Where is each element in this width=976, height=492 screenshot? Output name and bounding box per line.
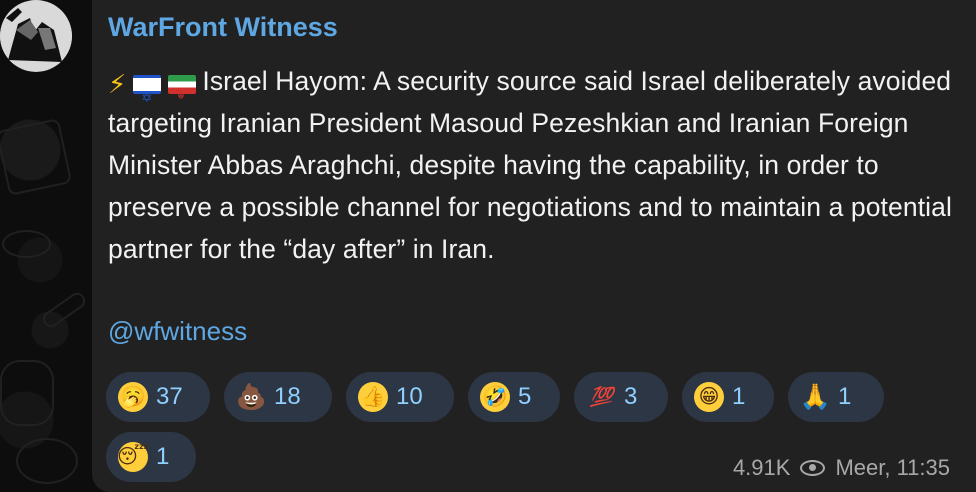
- doghouse-doodle-icon: [0, 118, 73, 196]
- reaction-poo[interactable]: 💩 18: [224, 372, 332, 422]
- message-text-block: ⚡ Israel Hayom: A security source said I…: [108, 60, 954, 270]
- reaction-count: 1: [156, 443, 170, 470]
- hundred-points-icon: 💯: [589, 386, 614, 408]
- soldiers-avatar-icon: [0, 0, 72, 72]
- israel-flag-icon: [133, 74, 162, 119]
- reaction-count: 10: [396, 383, 423, 410]
- grinning-face-icon: 😁: [694, 382, 724, 412]
- view-count: 4.91K: [732, 455, 791, 480]
- iran-flag-icon: [168, 74, 197, 118]
- reaction-thumbs-up[interactable]: 👍 10: [346, 372, 454, 422]
- message-bubble[interactable]: WarFront Witness ⚡ Israel Hayom: A secur…: [92, 0, 976, 492]
- reaction-count: 1: [838, 383, 852, 410]
- pile-of-poo-icon: 💩: [235, 382, 267, 411]
- channel-name[interactable]: WarFront Witness: [108, 12, 338, 43]
- reaction-rolling-laughing[interactable]: 🤣 5: [468, 372, 560, 422]
- lead-icons: ⚡: [108, 69, 197, 119]
- channel-avatar[interactable]: [0, 0, 72, 72]
- reaction-count: 18: [274, 383, 301, 410]
- message-time: Meer, 11:35: [835, 455, 950, 480]
- rolling-laughing-icon: 🤣: [480, 382, 510, 412]
- eye-icon: [800, 460, 826, 476]
- sticker-doodle-icon: [0, 360, 54, 426]
- sleeping-face-icon: 😴: [117, 442, 149, 472]
- channel-handle-link[interactable]: @wfwitness: [108, 316, 247, 347]
- reaction-grinning[interactable]: 😁 1: [682, 372, 774, 422]
- reaction-count: 3: [624, 383, 638, 410]
- thumbs-up-icon: 👍: [358, 382, 388, 412]
- bone-doodle-icon: [39, 289, 89, 331]
- praying-hands-icon: 🙏: [799, 382, 831, 411]
- message-text: Israel Hayom: A security source said Isr…: [108, 66, 952, 264]
- reaction-count: 5: [518, 383, 532, 410]
- reaction-sleeping[interactable]: 😴 1: [106, 432, 196, 482]
- fish-bone-doodle-icon: [2, 230, 51, 258]
- message-meta: 4.91K Meer, 11:35: [733, 455, 950, 481]
- reaction-hundred[interactable]: 💯 3: [574, 372, 668, 422]
- bird-doodle-icon: [16, 438, 78, 484]
- reaction-yawning[interactable]: 🥱 37: [106, 372, 210, 422]
- reaction-count: 1: [732, 383, 746, 410]
- reaction-count: 37: [156, 383, 183, 410]
- lightning-icon: ⚡: [108, 69, 127, 99]
- yawning-face-icon: 🥱: [118, 382, 148, 412]
- reaction-praying[interactable]: 🙏 1: [788, 372, 884, 422]
